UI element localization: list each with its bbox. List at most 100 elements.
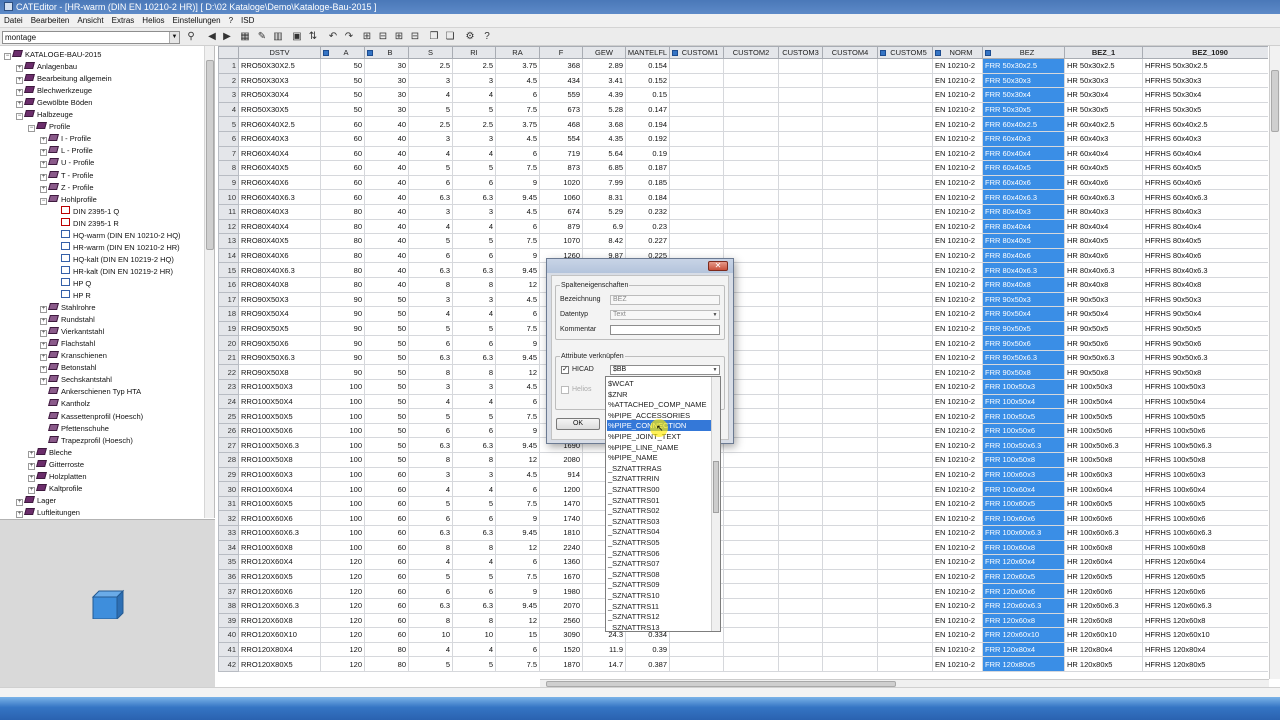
tree-node[interactable]: + Holzplatten <box>28 471 87 483</box>
table-cell[interactable]: 4.5 <box>495 466 540 483</box>
table-cell[interactable]: HFRHS 100x50x6.3 <box>1142 437 1268 454</box>
table-cell[interactable]: 40 <box>364 160 409 176</box>
table-cell[interactable] <box>822 335 878 351</box>
table-cell[interactable]: 50 <box>364 393 409 410</box>
expand-icon[interactable]: + <box>16 101 23 109</box>
insert-row-icon[interactable]: ⊞ <box>360 30 374 44</box>
table-cell[interactable]: 4.39 <box>582 87 626 103</box>
table-cell[interactable]: 40 <box>364 233 409 249</box>
table-row[interactable]: 2 RRO50X30X3 50 30 3 3 4.5 434 3.41 0.152 EN 10210… <box>218 72 1268 89</box>
table-cell[interactable]: FRR 80x40x6.3 <box>982 262 1065 278</box>
tree-node[interactable]: + Bleche <box>28 447 72 459</box>
table-cell[interactable] <box>778 145 823 162</box>
table-cell[interactable]: 30 <box>364 101 409 118</box>
menu-item-6[interactable]: ? <box>225 14 237 28</box>
tree-node[interactable]: + Gewölbte Böden <box>16 97 92 109</box>
tree-node[interactable]: Kantholz <box>40 398 90 410</box>
table-cell[interactable] <box>778 393 823 410</box>
collapse-icon[interactable]: − <box>16 113 23 121</box>
table-cell[interactable]: 80 <box>320 262 365 278</box>
tree-node[interactable]: + I - Profile <box>40 133 91 145</box>
table-cell[interactable]: RRO50X30X4 <box>238 87 321 103</box>
table-cell[interactable] <box>778 612 823 629</box>
table-cell[interactable] <box>877 189 933 205</box>
table-cell[interactable] <box>877 116 933 132</box>
dropdown-option[interactable]: _SZNATTRS03 <box>608 516 660 527</box>
table-cell[interactable]: EN 10210-2 <box>932 422 983 439</box>
expand-icon[interactable]: + <box>16 510 23 518</box>
table-row[interactable]: 9 RRO60X40X6 60 40 6 6 9 1020 7.99 0.185 EN 10210-… <box>218 174 1268 191</box>
table-cell[interactable]: 0.184 <box>625 189 670 205</box>
table-cell[interactable]: 7.5 <box>495 101 540 118</box>
table-cell[interactable]: 3 <box>452 291 496 308</box>
table-cell[interactable] <box>669 145 724 162</box>
table-cell[interactable] <box>669 130 724 147</box>
table-cell[interactable]: EN 10210-2 <box>932 408 983 424</box>
tree-node[interactable]: + U - Profile <box>40 157 94 169</box>
row-number[interactable]: 38 <box>218 597 239 614</box>
grid-vertical-scrollbar[interactable] <box>1269 46 1280 679</box>
table-cell[interactable]: HR 100x50x6.3 <box>1064 437 1143 454</box>
table-cell[interactable]: 6.3 <box>452 349 496 366</box>
table-cell[interactable]: HFRHS 60x40x3 <box>1142 130 1268 147</box>
table-cell[interactable]: FRR 100x60x6.3 <box>982 525 1065 541</box>
table-cell[interactable] <box>723 597 779 614</box>
table-cell[interactable] <box>723 452 779 468</box>
collapse-icon[interactable]: − <box>40 197 47 205</box>
table-cell[interactable]: HR 120x60x6 <box>1064 583 1143 599</box>
expand-icon[interactable]: + <box>28 486 35 494</box>
table-cell[interactable]: 3 <box>452 203 496 220</box>
table-cell[interactable]: HR 80x40x6 <box>1064 247 1143 264</box>
table-cell[interactable]: 80 <box>364 641 409 658</box>
table-cell[interactable]: HR 90x50x6.3 <box>1064 349 1143 366</box>
grid-vscroll-thumb[interactable] <box>1271 70 1279 132</box>
table-cell[interactable]: 100 <box>320 466 365 483</box>
table-cell[interactable]: 4 <box>452 641 496 658</box>
table-cell[interactable]: 40 <box>364 262 409 278</box>
table-cell[interactable]: FRR 120x60x10 <box>982 627 1065 643</box>
table-row[interactable]: 38 RRO120X60X6.3 120 60 6.3 6.3 9.45 2070 EN 102… <box>218 597 1268 614</box>
table-cell[interactable]: RRO60X40X4 <box>238 145 321 162</box>
tree-node[interactable]: + Blechwerkzeuge <box>16 85 92 97</box>
table-cell[interactable] <box>822 379 878 395</box>
table-cell[interactable]: 6 <box>408 510 453 526</box>
menu-item-2[interactable]: Ansicht <box>73 14 107 28</box>
table-cell[interactable] <box>822 612 878 629</box>
table-cell[interactable] <box>669 656 724 672</box>
table-cell[interactable]: HR 80x40x5 <box>1064 233 1143 249</box>
table-cell[interactable]: 873 <box>539 160 583 176</box>
table-cell[interactable] <box>877 612 933 629</box>
table-cell[interactable]: 8 <box>452 364 496 381</box>
menu-item-5[interactable]: Einstellungen <box>169 14 225 28</box>
table-cell[interactable]: 5 <box>452 101 496 118</box>
tree-node[interactable]: − KATALOGE-BAU-2015 <box>4 49 101 61</box>
table-cell[interactable]: EN 10210-2 <box>932 320 983 337</box>
table-cell[interactable]: FRR 100x60x3 <box>982 466 1065 483</box>
table-cell[interactable]: HR 100x60x4 <box>1064 481 1143 497</box>
table-cell[interactable]: 6.3 <box>408 525 453 541</box>
table-cell[interactable] <box>669 233 724 249</box>
table-cell[interactable]: 8.31 <box>582 189 626 205</box>
table-cell[interactable]: 4 <box>452 393 496 410</box>
table-cell[interactable] <box>723 72 779 89</box>
table-cell[interactable]: FRR 100x50x3 <box>982 379 1065 395</box>
table-row[interactable]: 15RRO80X40X6.380406.36.39.45131010.30.22… <box>218 262 1268 278</box>
dropdown-option[interactable]: _SZNATTRS10 <box>608 590 660 601</box>
row-number[interactable]: 3 <box>218 87 239 103</box>
table-cell[interactable]: HR 60x40x6.3 <box>1064 189 1143 205</box>
table-cell[interactable] <box>669 58 724 74</box>
row-number[interactable]: 31 <box>218 495 239 512</box>
dropdown-option[interactable]: %PIPE_CONNECTION <box>607 420 711 432</box>
table-cell[interactable]: HFRHS 120x60x5 <box>1142 568 1268 585</box>
table-cell[interactable]: 6 <box>495 87 540 103</box>
table-row[interactable]: 19 RRO90X50X5 90 50 5 5 7.5 EN 10210-2 FRR 90x50… <box>218 320 1268 337</box>
table-cell[interactable]: RRO60X40X3 <box>238 130 321 147</box>
expand-icon[interactable]: + <box>40 378 47 386</box>
table-cell[interactable]: EN 10210-2 <box>932 72 983 89</box>
table-cell[interactable]: 9 <box>495 583 540 599</box>
table-cell[interactable]: 5.29 <box>582 203 626 220</box>
table-cell[interactable] <box>778 335 823 351</box>
delete-row-icon[interactable]: ⊟ <box>376 30 390 44</box>
table-cell[interactable]: 8 <box>408 364 453 381</box>
table-cell[interactable]: RRO100X60X6 <box>238 510 321 526</box>
